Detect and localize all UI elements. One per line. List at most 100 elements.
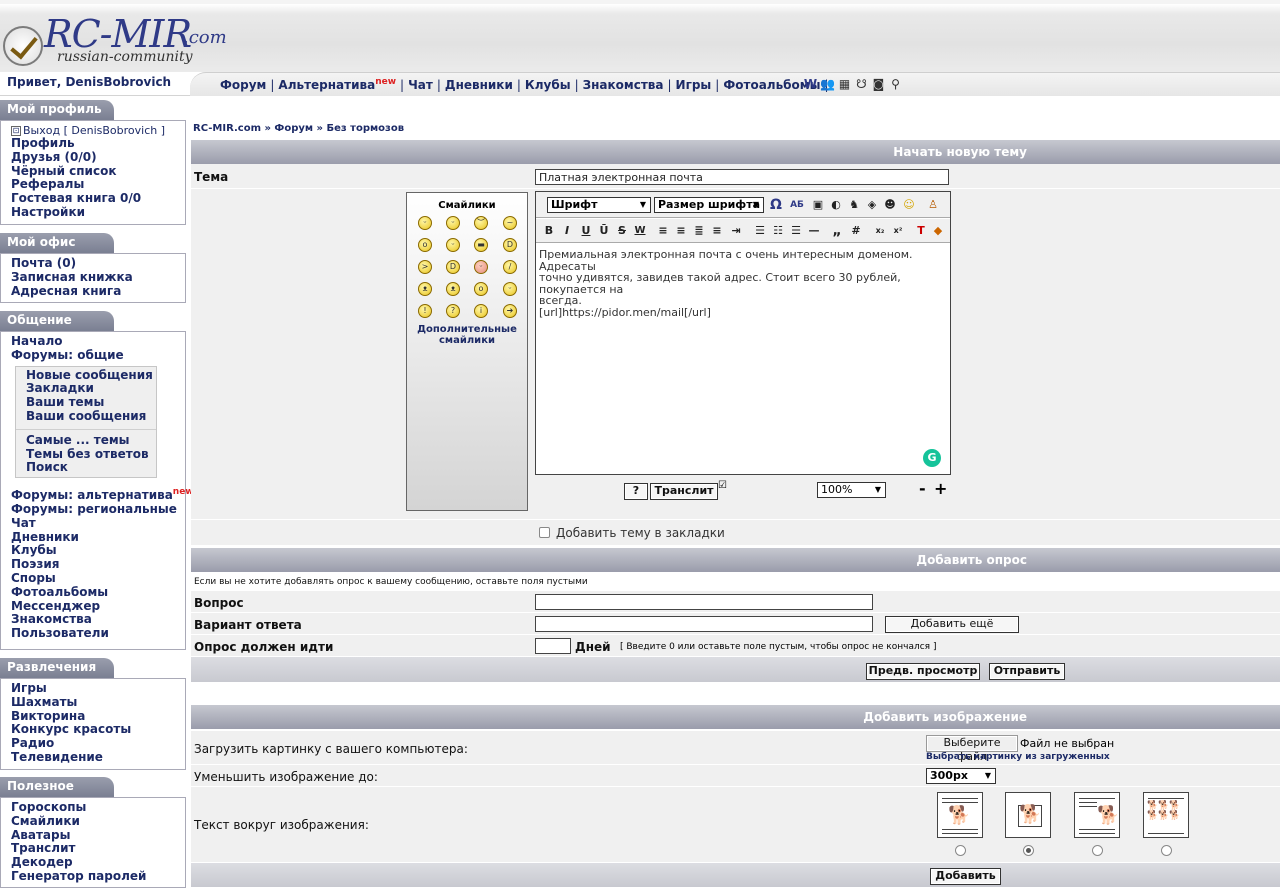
sidebar-item-decoder[interactable]: Декодер [11, 855, 185, 870]
wrap-none-option[interactable]: 🐕 [1005, 792, 1051, 838]
message-editor[interactable]: Шрифт ▼ Размер шрифта ▼ Ω АБ ▣ ◐ ♞ ◈ ☻ ☺ ♙… [535, 191, 951, 475]
sidebar-item-unanswered[interactable]: Темы без ответов [26, 447, 156, 462]
sound-icon[interactable]: ♞ [847, 197, 861, 213]
smiley-idea-icon[interactable]: i [474, 304, 488, 318]
align-left-icon[interactable]: ≡ [656, 223, 670, 239]
underline-icon[interactable]: U [579, 223, 593, 239]
wrap-radio[interactable] [1092, 845, 1103, 856]
text-color-icon[interactable]: T [914, 223, 928, 239]
smiley-laugh-icon[interactable]: D [503, 238, 517, 252]
sidebar-item-settings[interactable]: Настройки [11, 205, 185, 220]
overline-icon[interactable]: Ū [597, 223, 611, 239]
sidebar-item-users[interactable]: Пользователи [11, 626, 185, 641]
nav-link-forum[interactable]: Форум [220, 78, 266, 92]
smiley-shocked-icon[interactable]: o [418, 238, 432, 252]
breadcrumb[interactable]: RC-MIR.com » Форум » Без тормозов [193, 123, 404, 134]
zoom-out-button[interactable]: - [919, 479, 926, 498]
sidebar-item-horoscopes[interactable]: Гороскопы [11, 800, 185, 815]
preview-button[interactable]: Предв. просмотр [866, 663, 980, 680]
tv-icon[interactable]: ◙ [871, 76, 886, 91]
poll-days-input[interactable] [535, 638, 571, 654]
user-icon[interactable]: ♙ [926, 197, 940, 213]
nav-link-dating[interactable]: Знакомства [583, 78, 664, 92]
spellcheck-icon[interactable]: АБ [788, 197, 806, 213]
sidebar-item-translit[interactable]: Транслит [11, 842, 185, 856]
smiley-wink-icon[interactable]: ᵕ [446, 238, 460, 252]
sidebar-item-friends[interactable]: Друзья (0/0) [11, 150, 185, 165]
logo-checkmark-icon[interactable] [3, 26, 43, 66]
subscript-icon[interactable]: x₂ [873, 223, 887, 239]
sidebar-item-forums-alternative[interactable]: Форумы: альтернативаnew [11, 486, 194, 503]
smiley-question-icon[interactable]: ? [446, 304, 460, 318]
smiley-sad-icon[interactable]: ︶ [474, 216, 488, 230]
smiley-confused-icon[interactable]: / [503, 260, 517, 274]
users-icon[interactable]: 👥 [820, 76, 835, 91]
sidebar-item-radio[interactable]: Радио [11, 736, 185, 751]
sidebar-item-tv[interactable]: Телевидение [11, 750, 185, 765]
italic-icon[interactable]: I [560, 223, 574, 239]
smiley-blush-icon[interactable]: ᵕ [474, 260, 488, 274]
nav-link-clubs[interactable]: Клубы [525, 78, 571, 92]
text-wave-icon[interactable]: W [633, 223, 647, 239]
sidebar-item-search[interactable]: Поиск [26, 461, 156, 475]
bullet-list-icon[interactable]: ☰ [753, 223, 767, 239]
align-justify-icon[interactable]: ≡ [710, 223, 724, 239]
grammarly-icon[interactable]: G [923, 449, 941, 467]
sidebar-item-beauty-contest[interactable]: Конкурс красоты [11, 723, 185, 737]
paint-icon[interactable]: ◈ [865, 197, 879, 213]
sidebar-item-your-topics[interactable]: Ваши темы [26, 395, 156, 410]
highlight-color-icon[interactable]: ◆ [931, 223, 945, 239]
wrap-gallery-option[interactable]: 🐕🐕🐕 🐕🐕🐕 [1143, 792, 1189, 838]
sidebar-item-notebook[interactable]: Записная книжка [11, 270, 185, 285]
wrap-right-option[interactable]: 🐕 [1074, 792, 1120, 838]
hash-icon[interactable]: # [849, 223, 863, 239]
zoom-in-button[interactable]: + [934, 479, 947, 498]
choose-file-button[interactable]: Выберите файл [926, 735, 1018, 763]
poll-question-input[interactable] [535, 594, 873, 610]
indent-icon[interactable]: ⇥ [729, 223, 743, 239]
sidebar-item-dating[interactable]: Знакомства [11, 613, 185, 627]
nav-link-diaries[interactable]: Дневники [445, 78, 513, 92]
smiley-icon[interactable]: ☺ [902, 197, 916, 213]
nav-link-games[interactable]: Игры [676, 78, 712, 92]
sidebar-item-top-topics[interactable]: Самые ... темы [26, 433, 156, 448]
superscript-icon[interactable]: x² [891, 223, 905, 239]
sidebar-item-referrals[interactable]: Рефералы [11, 178, 185, 192]
smiley-grin-icon[interactable]: ᵕ [418, 216, 432, 230]
sidebar-item-chat[interactable]: Чат [11, 516, 185, 531]
horizontal-rule-icon[interactable]: — [807, 223, 821, 239]
mask-icon[interactable]: ☋ [854, 76, 869, 91]
image-resize-select[interactable]: 300px ▼ [926, 768, 996, 784]
sidebar-item-chess[interactable]: Шахматы [11, 695, 185, 710]
sidebar-item-addressbook[interactable]: Адресная книга [11, 284, 185, 299]
font-select[interactable]: Шрифт ▼ [547, 197, 651, 213]
check-icon[interactable]: ☑ [718, 480, 727, 491]
zoom-select[interactable]: 100% ▼ [817, 482, 886, 498]
wrap-left-option[interactable]: 🐕 [937, 792, 983, 838]
sidebar-item-bookmarks[interactable]: Закладки [26, 382, 156, 396]
wrap-radio[interactable] [1161, 845, 1172, 856]
sidebar-item-photoalbums[interactable]: Фотоальбомы [11, 585, 185, 600]
smiley-devil-icon[interactable]: ᴥ [418, 282, 432, 296]
smiley-happy-icon[interactable]: ᵕ [503, 282, 517, 296]
sidebar-item-poetry[interactable]: Поэзия [11, 557, 185, 572]
bold-icon[interactable]: B [542, 223, 556, 239]
sidebar-item-guestbook[interactable]: Гостевая книга 0/0 [11, 191, 185, 206]
sidebar-item-avatars[interactable]: Аватары [11, 828, 185, 843]
sidebar-item-blacklist[interactable]: Чёрный список [11, 164, 185, 179]
sidebar-item-start[interactable]: Начало [11, 334, 185, 349]
sidebar-item-your-messages[interactable]: Ваши сообщения [26, 409, 156, 424]
align-right-icon[interactable]: ≣ [692, 223, 706, 239]
add-variant-button[interactable]: Добавить ещё вариант [885, 616, 1019, 644]
add-image-button[interactable]: Добавить [930, 868, 1001, 885]
sidebar-item-clubs[interactable]: Клубы [11, 544, 185, 558]
sidebar-item-disputes[interactable]: Споры [11, 571, 185, 586]
smiley-big-grin-icon[interactable]: D [446, 260, 460, 274]
nav-link-alternative[interactable]: Альтернативаnew [278, 77, 396, 92]
sidebar-item-profile[interactable]: Профиль [11, 136, 185, 151]
more-smileys-link[interactable]: Дополнительные смайлики [407, 324, 527, 346]
insert-image-icon[interactable]: ▣ [811, 197, 825, 213]
calendar-icon[interactable]: ▦ [837, 76, 852, 91]
message-body[interactable]: Премиальная электронная почта с очень ин… [539, 249, 947, 318]
search-icon[interactable]: ⚲ [888, 76, 903, 91]
